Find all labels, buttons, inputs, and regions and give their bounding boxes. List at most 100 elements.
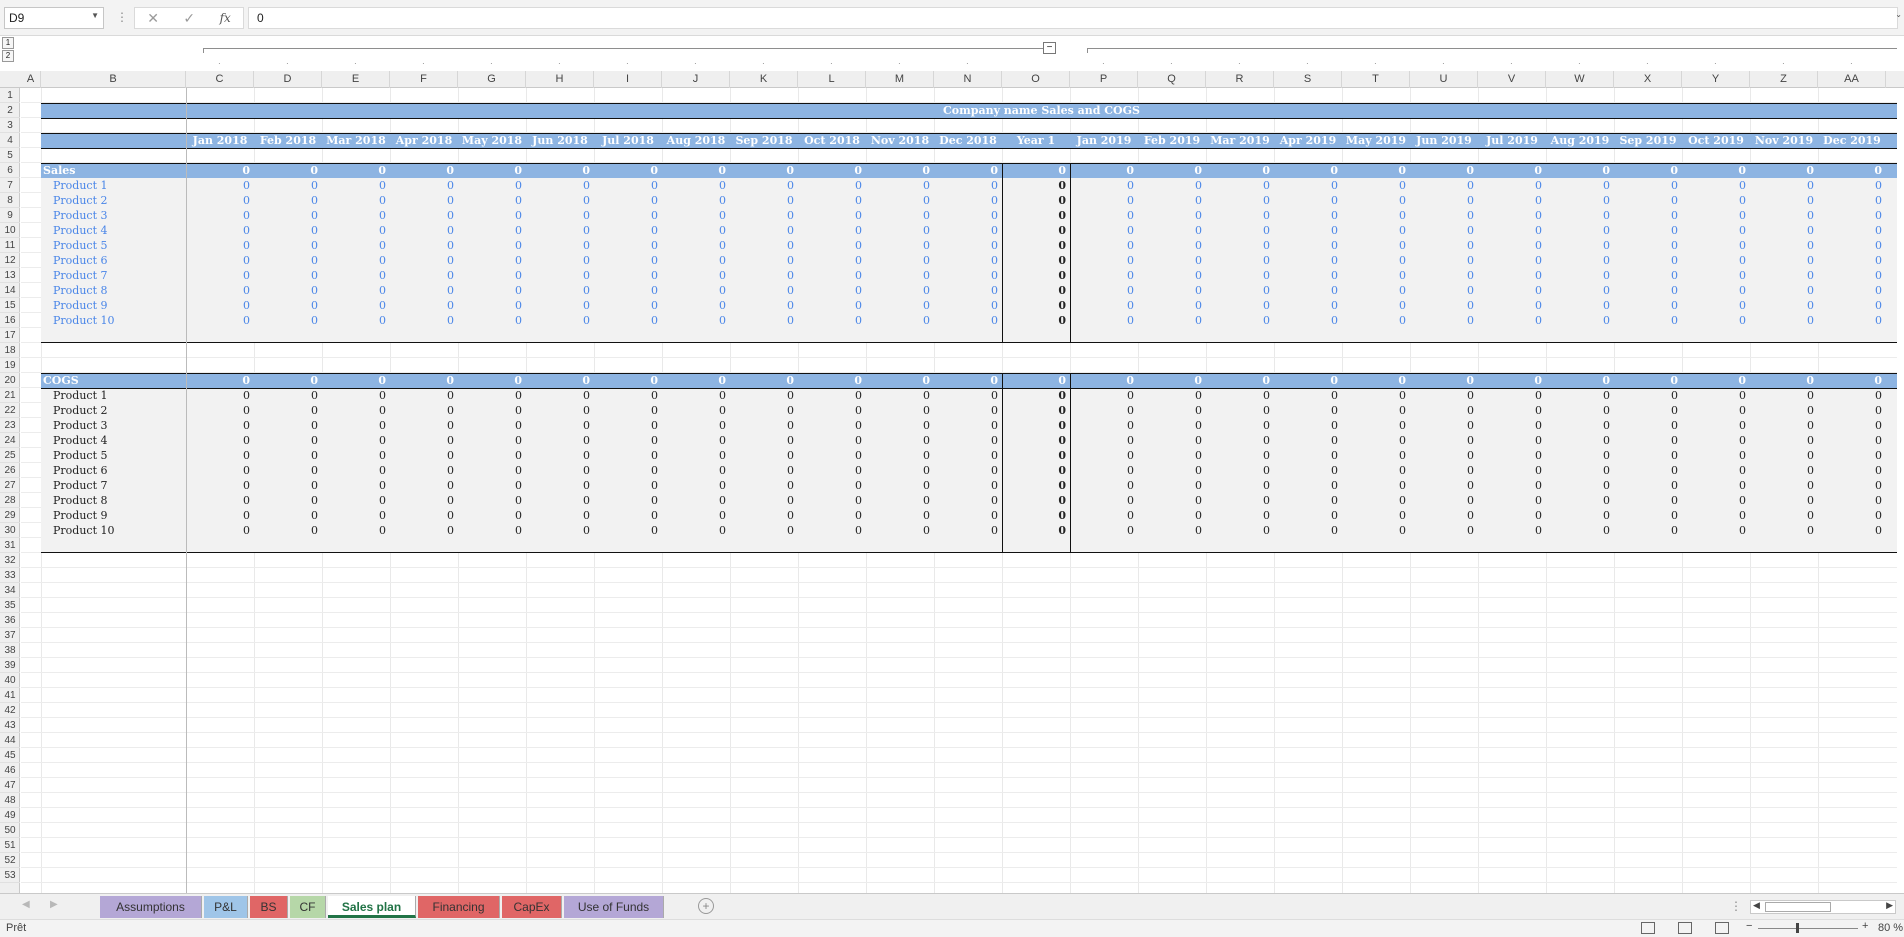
sales-value-cell[interactable]: 0 xyxy=(1410,253,1478,268)
row-header-42[interactable]: 42 xyxy=(0,703,20,718)
cogs-value-cell[interactable]: 0 xyxy=(1274,418,1342,433)
cogs-value-cell[interactable]: 0 xyxy=(1750,478,1818,493)
cogs-total-cell[interactable]: 0 xyxy=(254,373,322,388)
sales-value-cell[interactable]: 0 xyxy=(1614,268,1682,283)
sales-value-cell[interactable]: 0 xyxy=(1342,283,1410,298)
cogs-value-cell[interactable]: 0 xyxy=(254,523,322,538)
cogs-value-cell[interactable]: 0 xyxy=(1750,508,1818,523)
sales-value-cell[interactable]: 0 xyxy=(1138,178,1206,193)
cogs-value-cell[interactable]: 0 xyxy=(798,433,866,448)
sales-value-cell[interactable]: 0 xyxy=(254,178,322,193)
sheet-tab-use-of-funds[interactable]: Use of Funds xyxy=(564,896,664,918)
sales-value-cell[interactable]: 0 xyxy=(1206,238,1274,253)
sales-value-cell[interactable]: 0 xyxy=(390,268,458,283)
column-header-x[interactable]: X xyxy=(1614,71,1682,88)
sales-value-cell[interactable]: 0 xyxy=(1002,313,1070,328)
cogs-value-cell[interactable]: 0 xyxy=(1614,388,1682,403)
cogs-value-cell[interactable]: 0 xyxy=(390,493,458,508)
cogs-total-cell[interactable]: 0 xyxy=(730,373,798,388)
cogs-value-cell[interactable]: 0 xyxy=(1070,433,1138,448)
cogs-value-cell[interactable]: 0 xyxy=(1818,478,1886,493)
zoom-out-icon[interactable]: − xyxy=(1746,920,1752,932)
sales-value-cell[interactable]: 0 xyxy=(1342,208,1410,223)
column-header-b[interactable]: B xyxy=(41,71,186,88)
cogs-value-cell[interactable]: 0 xyxy=(1274,523,1342,538)
cogs-value-cell[interactable]: 0 xyxy=(594,478,662,493)
column-header-z[interactable]: Z xyxy=(1750,71,1818,88)
cogs-value-cell[interactable]: 0 xyxy=(662,433,730,448)
sales-value-cell[interactable]: 0 xyxy=(186,253,254,268)
sales-value-cell[interactable]: 0 xyxy=(458,208,526,223)
cogs-value-cell[interactable]: 0 xyxy=(798,388,866,403)
cogs-value-cell[interactable]: 0 xyxy=(458,433,526,448)
cogs-value-cell[interactable]: 0 xyxy=(662,403,730,418)
cogs-value-cell[interactable]: 0 xyxy=(798,508,866,523)
cogs-value-cell[interactable]: 0 xyxy=(934,403,1002,418)
zoom-slider-thumb[interactable] xyxy=(1796,923,1799,933)
cogs-value-cell[interactable]: 0 xyxy=(458,388,526,403)
sales-value-cell[interactable]: 0 xyxy=(866,253,934,268)
sales-value-cell[interactable]: 0 xyxy=(1478,208,1546,223)
sales-value-cell[interactable]: 0 xyxy=(866,223,934,238)
sales-value-cell[interactable]: 0 xyxy=(1138,223,1206,238)
cogs-value-cell[interactable]: 0 xyxy=(186,388,254,403)
row-header-17[interactable]: 17 xyxy=(0,328,20,343)
sales-value-cell[interactable]: 0 xyxy=(1818,208,1886,223)
cogs-value-cell[interactable]: 0 xyxy=(186,403,254,418)
cogs-value-cell[interactable]: 0 xyxy=(866,478,934,493)
sales-value-cell[interactable]: 0 xyxy=(1410,298,1478,313)
cogs-value-cell[interactable]: 0 xyxy=(1818,388,1886,403)
cogs-value-cell[interactable]: 0 xyxy=(1070,508,1138,523)
cogs-value-cell[interactable]: 0 xyxy=(1206,478,1274,493)
cogs-value-cell[interactable]: 0 xyxy=(934,478,1002,493)
sales-value-cell[interactable]: 0 xyxy=(322,223,390,238)
prev-sheet-icon[interactable]: ◀ xyxy=(22,899,30,910)
sales-value-cell[interactable]: 0 xyxy=(1002,223,1070,238)
sales-value-cell[interactable]: 0 xyxy=(1002,283,1070,298)
sales-value-cell[interactable]: 0 xyxy=(1750,238,1818,253)
sales-total-cell[interactable]: 0 xyxy=(1546,163,1614,178)
sales-value-cell[interactable]: 0 xyxy=(934,178,1002,193)
cogs-value-cell[interactable]: 0 xyxy=(1274,403,1342,418)
cogs-value-cell[interactable]: 0 xyxy=(594,403,662,418)
cogs-value-cell[interactable]: 0 xyxy=(934,418,1002,433)
sales-value-cell[interactable]: 0 xyxy=(1682,283,1750,298)
sales-value-cell[interactable]: 0 xyxy=(1138,193,1206,208)
row-header-11[interactable]: 11 xyxy=(0,238,20,253)
sales-value-cell[interactable]: 0 xyxy=(798,238,866,253)
sales-value-cell[interactable]: 0 xyxy=(1274,223,1342,238)
row-header-41[interactable]: 41 xyxy=(0,688,20,703)
cogs-value-cell[interactable]: 0 xyxy=(1138,388,1206,403)
sales-value-cell[interactable]: 0 xyxy=(1750,208,1818,223)
cogs-value-cell[interactable]: 0 xyxy=(1138,433,1206,448)
sales-value-cell[interactable]: 0 xyxy=(730,178,798,193)
sales-value-cell[interactable]: 0 xyxy=(526,208,594,223)
row-header-33[interactable]: 33 xyxy=(0,568,20,583)
cogs-value-cell[interactable]: 0 xyxy=(254,508,322,523)
sales-value-cell[interactable]: 0 xyxy=(458,298,526,313)
column-header-o[interactable]: O xyxy=(1002,71,1070,88)
cogs-value-cell[interactable]: 0 xyxy=(1410,448,1478,463)
cogs-value-cell[interactable]: 0 xyxy=(1274,493,1342,508)
sales-total-cell[interactable]: 0 xyxy=(186,163,254,178)
cogs-value-cell[interactable]: 0 xyxy=(390,448,458,463)
sales-value-cell[interactable]: 0 xyxy=(1478,253,1546,268)
sales-value-cell[interactable]: 0 xyxy=(390,223,458,238)
sales-value-cell[interactable]: 0 xyxy=(186,193,254,208)
cogs-value-cell[interactable]: 0 xyxy=(662,448,730,463)
sales-value-cell[interactable]: 0 xyxy=(662,238,730,253)
sales-value-cell[interactable]: 0 xyxy=(1274,178,1342,193)
cogs-value-cell[interactable]: 0 xyxy=(866,403,934,418)
sales-value-cell[interactable]: 0 xyxy=(1750,268,1818,283)
sales-value-cell[interactable]: 0 xyxy=(1342,238,1410,253)
cogs-value-cell[interactable]: 0 xyxy=(594,523,662,538)
sales-value-cell[interactable]: 0 xyxy=(1546,193,1614,208)
page-break-view-icon[interactable] xyxy=(1715,922,1729,934)
chevron-down-icon[interactable]: ▼ xyxy=(91,11,99,20)
sales-value-cell[interactable]: 0 xyxy=(730,298,798,313)
cogs-value-cell[interactable]: 0 xyxy=(390,463,458,478)
row-header-36[interactable]: 36 xyxy=(0,613,20,628)
sales-value-cell[interactable]: 0 xyxy=(1750,283,1818,298)
row-header-29[interactable]: 29 xyxy=(0,508,20,523)
sales-value-cell[interactable]: 0 xyxy=(1070,238,1138,253)
